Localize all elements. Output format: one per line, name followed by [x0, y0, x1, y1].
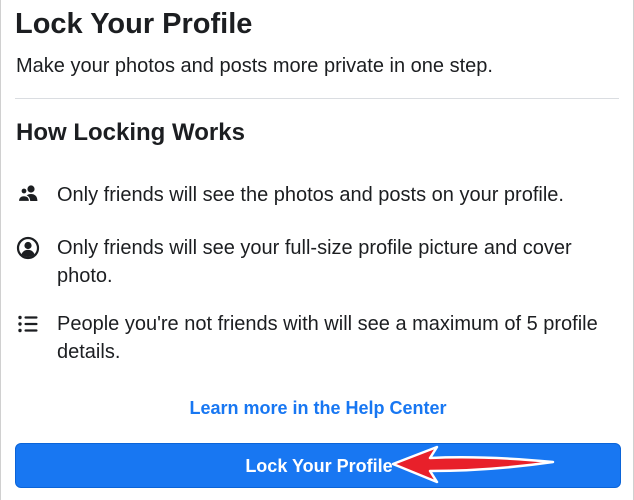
list-icon	[16, 312, 40, 336]
red-arrow-icon	[391, 445, 555, 484]
divider	[15, 98, 619, 99]
help-center-link[interactable]: Learn more in the Help Center	[1, 398, 634, 419]
friends-icon	[16, 183, 40, 207]
section-heading: How Locking Works	[16, 119, 245, 146]
info-item-text: People you're not friends with will see …	[57, 313, 598, 363]
profile-circle-icon	[16, 236, 40, 260]
lock-profile-dialog: Lock Your Profile Make your photos and p…	[0, 0, 634, 500]
info-item-text: Only friends will see your full-size pro…	[57, 237, 572, 287]
page-title: Lock Your Profile	[15, 8, 253, 40]
page-subtitle: Make your photos and posts more private …	[16, 55, 493, 77]
info-item-text: Only friends will see the photos and pos…	[57, 184, 564, 206]
